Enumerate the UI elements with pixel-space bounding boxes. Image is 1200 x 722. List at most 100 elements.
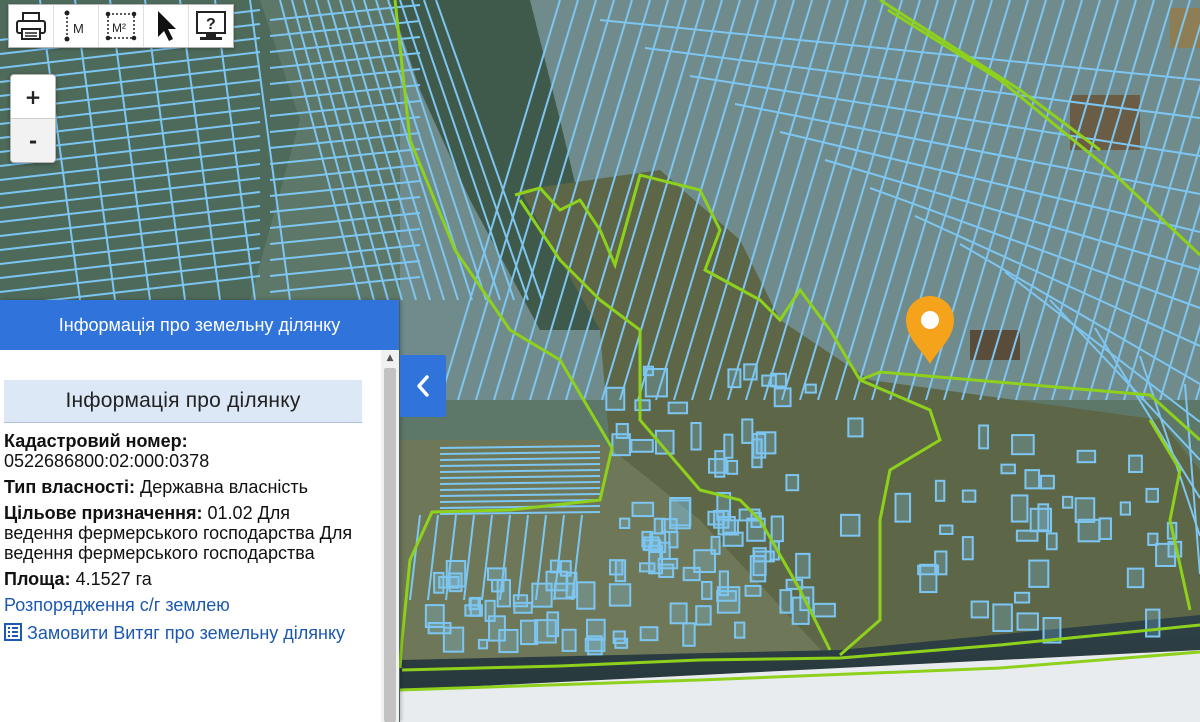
panel-body: Інформація про ділянку Кадастровий номер… — [0, 350, 381, 722]
building-parcel — [468, 597, 480, 611]
building-parcel — [1074, 497, 1096, 523]
collapse-panel-button[interactable] — [400, 355, 446, 417]
building-parcel — [639, 562, 656, 573]
cadastral-row: Кадастровий номер: 0522686800:02:000:037… — [4, 431, 364, 471]
measure-distance-label: M — [73, 21, 84, 36]
building-parcel — [1015, 529, 1039, 542]
ownership-row: Тип власності: Державна власність — [4, 477, 364, 497]
building-parcel — [1024, 469, 1041, 490]
building-parcel — [659, 541, 671, 560]
building-parcel — [919, 563, 938, 594]
building-parcel — [614, 559, 627, 583]
area-value: 4.1527 га — [75, 569, 152, 589]
building-parcel — [992, 603, 1013, 632]
building-parcel — [615, 423, 629, 439]
building-parcel — [486, 567, 507, 581]
building-parcel — [619, 517, 631, 529]
building-parcel — [491, 579, 505, 593]
measure-distance-icon: M — [64, 10, 84, 42]
building-parcel — [744, 584, 762, 597]
building-parcel — [1029, 507, 1053, 533]
building-parcel — [695, 605, 712, 626]
purpose-label: Цільове призначення: — [4, 503, 203, 523]
building-parcel — [513, 601, 533, 614]
building-parcel — [1010, 494, 1029, 523]
building-parcel — [939, 524, 954, 535]
building-parcel — [1126, 567, 1145, 589]
building-parcel — [442, 626, 465, 653]
building-parcel — [726, 459, 739, 475]
building-parcel — [722, 531, 744, 547]
section-title: Інформація про ділянку — [4, 380, 362, 423]
measure-area-label: M² — [112, 21, 126, 35]
order-extract-link[interactable]: Замовити Витяг про земельну ділянку — [4, 623, 364, 643]
building-parcel — [1098, 517, 1112, 540]
panel-scrollbar[interactable]: ▲ — [381, 350, 399, 722]
building-parcel — [761, 374, 777, 387]
print-button[interactable] — [9, 5, 54, 47]
scroll-up-arrow-icon[interactable]: ▲ — [381, 350, 399, 366]
zoom-out-button[interactable]: - — [11, 118, 55, 162]
ownership-value: Державна власність — [140, 477, 309, 497]
document-list-icon — [4, 623, 22, 641]
cursor-arrow-icon — [158, 11, 176, 41]
building-parcel — [1011, 434, 1035, 456]
building-parcel — [1076, 449, 1097, 464]
building-parcel — [534, 619, 557, 644]
panel-header: Інформація про земельну ділянку — [0, 300, 399, 350]
building-parcel — [639, 626, 659, 642]
building-parcel — [743, 363, 758, 381]
building-parcel — [605, 386, 626, 411]
building-parcel — [723, 433, 734, 459]
building-parcel — [785, 474, 800, 492]
printer-icon — [16, 12, 46, 40]
map-toolbar: M M² ? — [8, 4, 234, 48]
building-parcel — [753, 550, 775, 563]
measure-area-button[interactable]: M² — [99, 5, 144, 47]
building-parcel — [484, 599, 496, 622]
building-parcel — [1077, 518, 1101, 543]
building-parcel — [438, 575, 460, 589]
building-parcel — [561, 628, 577, 652]
building-parcel — [1013, 591, 1031, 604]
building-parcel — [477, 638, 489, 650]
cadastral-value: 0522686800:02:000:0378 — [4, 451, 210, 471]
scroll-thumb[interactable] — [384, 368, 396, 722]
zoom-in-button[interactable]: + — [11, 75, 55, 118]
building-parcel — [727, 368, 742, 389]
building-parcel — [1145, 608, 1161, 638]
building-parcel — [734, 621, 746, 639]
info-label: ? — [206, 16, 216, 33]
building-parcel — [1028, 559, 1050, 588]
select-button[interactable] — [144, 5, 189, 47]
building-parcel — [667, 401, 689, 415]
building-parcel — [565, 571, 578, 599]
building-parcel — [682, 622, 696, 647]
building-parcel — [1040, 474, 1055, 490]
measure-area-icon: M² — [105, 11, 137, 41]
building-parcel — [630, 438, 654, 453]
building-parcel — [701, 580, 713, 600]
building-parcel — [634, 399, 651, 412]
building-parcel — [894, 492, 912, 523]
building-parcel — [498, 628, 519, 654]
zoom-control: + - — [10, 74, 56, 163]
building-parcel — [804, 383, 817, 394]
building-parcel — [812, 602, 836, 618]
measure-distance-button[interactable]: M — [54, 5, 99, 47]
building-parcel — [690, 422, 702, 451]
land-disposal-link[interactable]: Розпорядження с/г землею — [4, 595, 364, 615]
building-parcel — [608, 583, 632, 607]
purpose-row: Цільове призначення: 01.02 Для ведення ф… — [4, 503, 364, 563]
building-parcel — [716, 590, 737, 602]
info-button[interactable]: ? — [189, 5, 233, 47]
order-extract-label: Замовити Витяг про земельну ділянку — [27, 623, 346, 643]
building-parcel — [653, 517, 666, 535]
parcel-info-panel: Інформація про земельну ділянку Інформац… — [0, 300, 399, 722]
building-parcel — [576, 581, 596, 610]
building-parcel — [642, 365, 655, 377]
ownership-label: Тип власності: — [4, 477, 135, 497]
building-parcel — [961, 536, 974, 561]
building-parcel — [751, 438, 763, 469]
building-parcel — [549, 559, 561, 574]
